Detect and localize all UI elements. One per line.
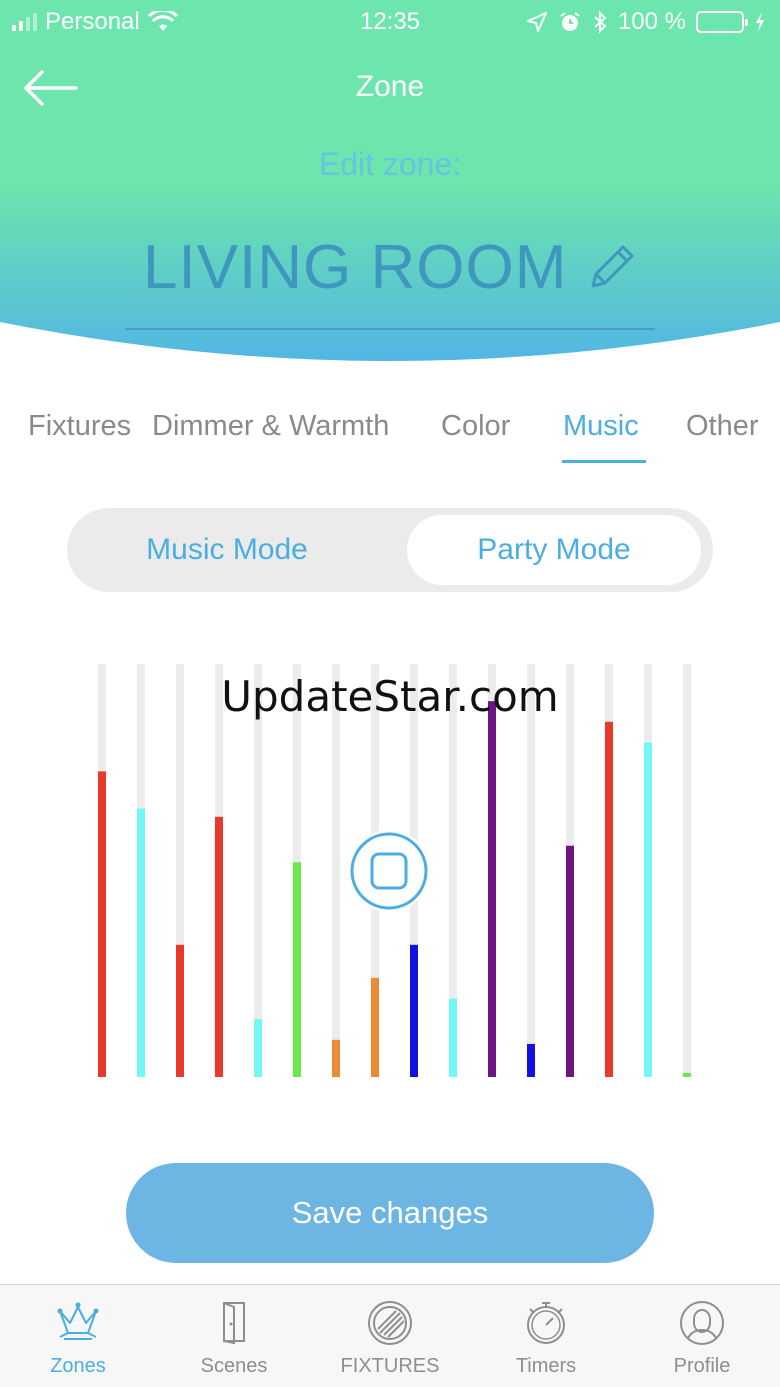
tab-fixtures[interactable]: Fixtures [28,410,131,443]
eq-track [254,664,262,1077]
eq-track [527,664,535,1077]
eq-bar [254,1019,262,1077]
eq-bar [98,771,106,1077]
eq-bar [332,1039,340,1077]
nav-profile-label: Profile [673,1355,731,1377]
zone-name-field[interactable]: LIVING ROOM [125,232,655,330]
crown-icon [57,1302,99,1340]
fixture-disc-icon [368,1301,412,1345]
active-tab-indicator [562,460,646,463]
eq-bar [410,944,418,1077]
tab-color[interactable]: Color [441,410,510,443]
door-icon [223,1302,245,1345]
tab-dimmer-warmth[interactable]: Dimmer & Warmth [152,410,389,443]
eq-track [683,664,691,1077]
screen-title: Zone [355,70,425,103]
music-mode-button[interactable]: Music Mode [67,508,387,592]
stop-button[interactable] [348,830,430,912]
pencil-edit-icon[interactable] [585,240,639,294]
nav-scenes[interactable]: Scenes [156,1285,312,1387]
zone-tabs: Fixtures Dimmer & Warmth Color Music Oth… [0,410,780,470]
charging-bolt-icon [756,12,764,32]
eq-bar [449,998,457,1077]
eq-bar [605,721,613,1077]
watermark-text: UpdateStar.com [221,672,559,721]
eq-bar [371,977,379,1077]
alarm-icon [560,12,580,31]
eq-bar [293,862,301,1077]
nav-fixtures-label: FIXTURES [340,1355,440,1377]
nav-zones-label: Zones [50,1355,106,1377]
eq-bar [488,701,496,1077]
eq-bar [137,808,145,1077]
eq-track [332,664,340,1077]
party-mode-button[interactable]: Party Mode [407,515,701,585]
location-arrow-icon [526,12,547,32]
nav-profile[interactable]: Profile [624,1285,780,1387]
battery-icon [696,11,748,33]
nav-timers[interactable]: Timers [468,1285,624,1387]
eq-bar [527,1043,535,1077]
eq-bar [566,845,574,1077]
music-mode-toggle: Music Mode Party Mode [67,508,713,592]
nav-scenes-label: Scenes [200,1355,268,1377]
tab-other[interactable]: Other [686,410,759,443]
stopwatch-icon [527,1302,565,1344]
eq-bar [683,1072,691,1077]
status-right: 100 % [526,8,766,36]
eq-bar [215,816,223,1077]
status-bar: Personal 12:35 100 % [0,0,780,44]
eq-bar [644,742,652,1077]
zone-name-text: LIVING ROOM [143,233,568,302]
tab-music[interactable]: Music [563,410,639,443]
zone-header: Personal 12:35 100 % Zone Edit zone: LIV… [0,0,780,362]
save-changes-button[interactable]: Save changes [126,1163,654,1263]
nav-zones[interactable]: Zones [0,1285,156,1387]
bluetooth-icon [594,10,607,34]
edit-zone-label: Edit zone: [318,146,462,182]
eq-bar [176,944,184,1077]
bottom-navigation: Zones Scenes FIXTURES Timers Profile [0,1284,780,1387]
nav-timers-label: Timers [515,1355,577,1377]
profile-icon [680,1301,724,1345]
battery-percentage: 100 % [617,8,686,35]
nav-fixtures[interactable]: FIXTURES [312,1285,468,1387]
